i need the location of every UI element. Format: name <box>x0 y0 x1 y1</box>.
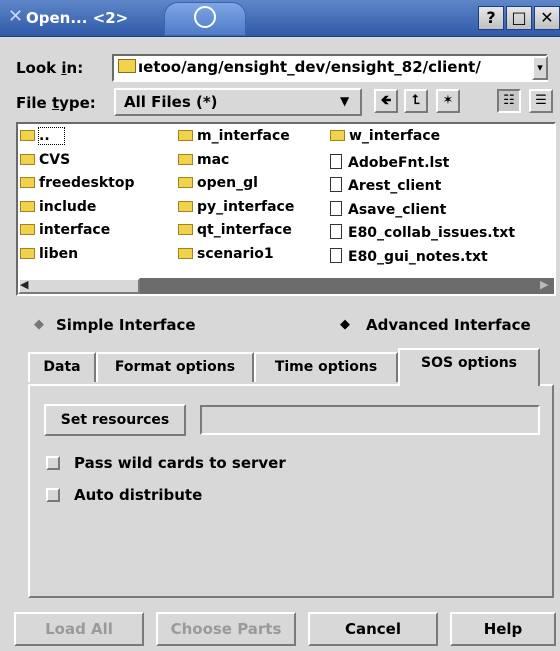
file-list-item[interactable]: E80_collab_issues.txt <box>330 222 515 241</box>
folder-icon <box>178 153 193 165</box>
lookin-label: Look in: <box>16 59 84 77</box>
file-name: include <box>39 198 97 215</box>
file-list-item[interactable]: CVS <box>20 152 70 168</box>
tab-time-options[interactable]: Time options <box>254 352 398 382</box>
file-list-item[interactable]: scenario1 <box>178 246 274 262</box>
file-list-item[interactable]: AdobeFnt.lst <box>330 152 449 171</box>
file-name: py_interface <box>197 198 295 215</box>
file-icon <box>330 153 342 169</box>
tab-sos-options[interactable]: SOS options <box>398 348 540 386</box>
file-name: E80_collab_issues.txt <box>348 225 516 241</box>
file-list-item[interactable]: Arest_client <box>330 175 441 194</box>
advanced-interface-label[interactable]: Advanced Interface <box>366 316 531 334</box>
file-list-item[interactable]: open_gl <box>178 175 258 191</box>
scrollbar-thumb[interactable] <box>18 278 140 294</box>
file-list-item[interactable]: include <box>20 199 96 215</box>
set-resources-button[interactable]: Set resources <box>44 404 186 436</box>
scroll-right-icon[interactable]: ▶ <box>540 278 548 291</box>
maximize-button[interactable]: □ <box>506 6 532 30</box>
file-name: w_interface <box>349 128 441 144</box>
file-name: interface <box>39 222 111 238</box>
simple-radio-icon[interactable]: ◆ <box>34 317 44 332</box>
file-list-item[interactable]: .. <box>20 127 65 145</box>
cancel-button[interactable]: Cancel <box>308 612 438 646</box>
tab-format-options[interactable]: Format options <box>96 352 254 382</box>
parent-folder-icon[interactable]: ⮤ <box>404 89 428 113</box>
file-name: AdobeFnt.lst <box>348 154 450 171</box>
swirl-icon <box>194 6 216 28</box>
folder-icon <box>178 247 193 259</box>
lookin-dropdown-arrow-icon[interactable]: ▾ <box>532 56 548 80</box>
file-icon <box>330 224 342 239</box>
help-button[interactable]: Help <box>450 612 556 646</box>
filetype-value: All Files (*) <box>124 93 218 111</box>
file-list-item[interactable]: mac <box>178 152 229 168</box>
folder-icon <box>178 200 193 212</box>
folder-icon <box>20 200 35 212</box>
file-icon <box>330 200 342 216</box>
help-titlebar-button[interactable]: ? <box>478 6 504 30</box>
file-name: .. <box>38 127 65 145</box>
folder-icon <box>330 130 345 141</box>
file-list-item[interactable]: py_interface <box>178 199 294 215</box>
lookin-path: ıetoo/ang/ensight_dev/ensight_82/client/ <box>138 58 481 76</box>
app-icon: ✕ <box>8 6 24 27</box>
file-list-item[interactable]: m_interface <box>178 128 290 144</box>
file-name: E80_gui_notes.txt <box>348 248 488 265</box>
advanced-radio-icon[interactable]: ◆ <box>340 317 350 332</box>
file-list-items: .. CVS freedesktop include interface liben m_i… <box>18 124 554 274</box>
filetype-label: File type: <box>16 94 96 112</box>
window-title: Open... <2> <box>26 9 129 27</box>
file-list-item[interactable]: qt_interface <box>178 222 292 238</box>
resources-field[interactable] <box>200 405 540 435</box>
file-name: scenario1 <box>197 245 274 262</box>
file-list-item[interactable]: E80_gui_notes.txt <box>330 246 488 265</box>
file-name: freedesktop <box>39 175 135 191</box>
load-all-button[interactable]: Load All <box>14 612 144 646</box>
file-list-item[interactable]: liben <box>20 246 78 262</box>
pass-wild-checkbox[interactable] <box>46 456 60 470</box>
folder-icon <box>178 224 193 235</box>
folder-icon <box>118 59 136 73</box>
file-name: Asave_client <box>348 201 447 218</box>
choose-parts-button[interactable]: Choose Parts <box>156 612 296 646</box>
simple-interface-label[interactable]: Simple Interface <box>56 316 196 334</box>
filetype-dropdown-arrow-icon: ▼ <box>340 94 350 108</box>
folder-icon <box>20 130 35 141</box>
folder-icon <box>178 177 193 188</box>
file-icon <box>330 247 342 263</box>
file-name: CVS <box>39 151 71 168</box>
file-name: mac <box>197 151 230 168</box>
scroll-left-icon[interactable]: ◀ <box>20 278 28 291</box>
file-name: liben <box>39 245 79 262</box>
close-button[interactable]: ✕ <box>534 6 560 30</box>
list-view-icon[interactable]: ☷ <box>497 89 521 113</box>
file-icon <box>330 177 342 192</box>
folder-icon <box>20 247 35 259</box>
folder-icon <box>20 177 35 188</box>
file-name: qt_interface <box>197 222 292 238</box>
file-list-item[interactable]: freedesktop <box>20 175 134 191</box>
file-name: Arest_client <box>348 178 442 194</box>
new-folder-icon[interactable]: ✶ <box>436 89 460 113</box>
pass-wild-label: Pass wild cards to server <box>74 454 286 472</box>
file-name: open_gl <box>197 175 258 191</box>
folder-icon <box>178 130 193 141</box>
detail-view-icon[interactable]: ☰ <box>529 89 553 113</box>
auto-distribute-label: Auto distribute <box>74 486 203 504</box>
folder-icon <box>20 153 35 165</box>
tab-data[interactable]: Data <box>28 352 96 382</box>
folder-icon <box>20 224 35 235</box>
back-icon[interactable]: 🡸 <box>374 89 398 113</box>
file-list-item[interactable]: interface <box>20 222 110 238</box>
file-list-item[interactable]: w_interface <box>330 128 440 144</box>
file-list-item[interactable]: Asave_client <box>330 199 446 218</box>
auto-distribute-checkbox[interactable] <box>46 488 60 502</box>
file-name: m_interface <box>197 128 290 144</box>
